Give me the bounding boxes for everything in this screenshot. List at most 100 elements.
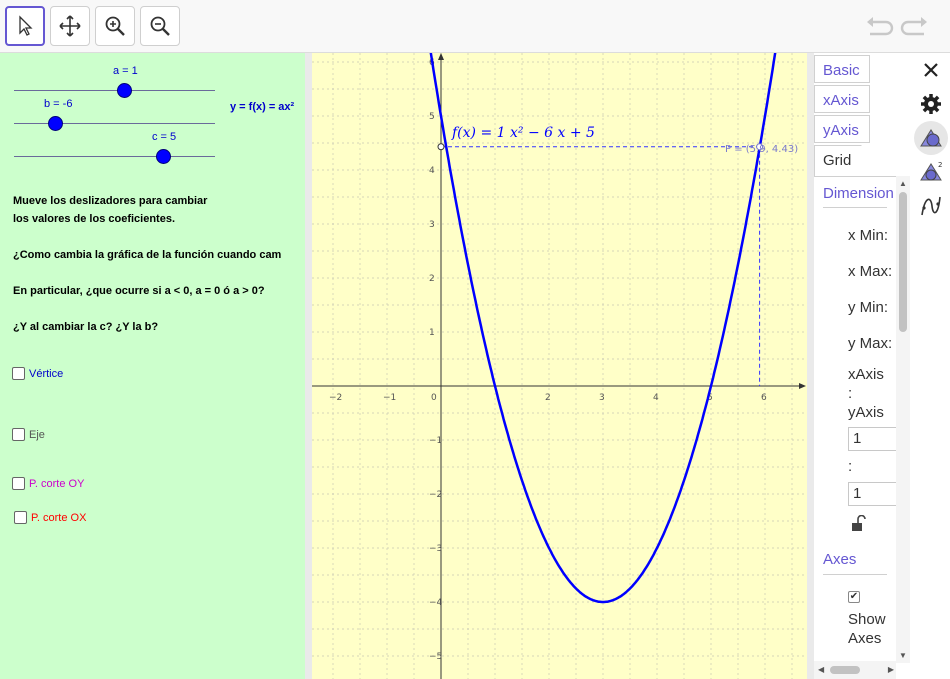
- four-arrows-icon: [59, 15, 81, 37]
- question-text: ¿Como cambia la gráfica de la función cu…: [13, 249, 282, 261]
- y-tick-label: 1: [429, 328, 435, 338]
- ratio-y-input[interactable]: 1: [848, 482, 896, 506]
- checkbox-corte-oy[interactable]: P. corte OY: [12, 477, 84, 490]
- slider-a-handle[interactable]: [117, 83, 132, 98]
- controls-panel: a = 1 b = -6 y = f(x) = ax² c = 5 Mueve …: [0, 53, 305, 679]
- ratio-yaxis-label: yAxis: [848, 404, 884, 421]
- slider-c-handle[interactable]: [156, 149, 171, 164]
- x-axis-ticks: −2 −1 0 2 3 4 5 6: [329, 393, 767, 403]
- function-equation-label[interactable]: f(x) = 1 x² − 6 x + 5: [451, 125, 595, 141]
- checkbox-box[interactable]: [12, 367, 25, 380]
- checkbox-corte-oy-label: P. corte OY: [29, 477, 85, 490]
- slider-c-track[interactable]: [14, 156, 215, 157]
- x-tick-label: −2: [329, 393, 342, 403]
- move-tool-button[interactable]: [5, 6, 45, 46]
- graphics2-style-icon: 2: [920, 161, 942, 181]
- graphics-view[interactable]: −2 −1 0 2 3 4 5 6 6 5 4 3 2 1 −1 −2 −3 −4 −5 f(x) = 1 x² …: [312, 53, 807, 679]
- ratio-x-input[interactable]: 1: [848, 427, 896, 451]
- y-max-label: y Max:: [848, 335, 893, 352]
- checkbox-vertice-label: Vértice: [29, 367, 64, 380]
- toolbar: [0, 0, 950, 53]
- redo-button[interactable]: [900, 14, 930, 43]
- divider: [823, 574, 887, 575]
- scroll-up-icon[interactable]: ▲: [899, 179, 907, 188]
- y-tick-label: −4: [429, 598, 443, 608]
- x-max-label: x Max:: [848, 263, 893, 280]
- graphics-style-icon: [920, 129, 942, 147]
- slider-a-label: a = 1: [113, 65, 138, 77]
- scroll-down-icon[interactable]: ▼: [899, 651, 907, 660]
- properties-panel: Basic xAxis yAxis Grid Dimension x Min: …: [814, 53, 910, 679]
- settings-button[interactable]: [914, 87, 948, 121]
- tab-basic[interactable]: Basic: [814, 55, 870, 83]
- zoom-in-icon: [105, 16, 125, 36]
- show-axes-label-1: Show: [848, 611, 886, 628]
- graphics2-style-button[interactable]: 2: [914, 155, 948, 189]
- undo-icon: [867, 17, 894, 36]
- zoom-in-button[interactable]: [95, 6, 135, 46]
- vertical-scrollbar-thumb[interactable]: [899, 192, 907, 332]
- question-text-3: ¿Y al cambiar la c? ¿Y la b?: [13, 321, 159, 333]
- question-text-2: En particular, ¿que ocurre si a < 0, a =…: [13, 285, 265, 297]
- redo-icon: [900, 17, 927, 36]
- panel-divider[interactable]: [305, 53, 312, 679]
- point-p-label: P = (5.9, 4.43): [725, 144, 798, 155]
- slider-b-handle[interactable]: [48, 116, 63, 131]
- checkbox-eje[interactable]: Eje: [12, 428, 45, 441]
- cursor-arrow-icon: [19, 15, 33, 36]
- svg-text:2: 2: [938, 161, 942, 169]
- ratio-xaxis-label: xAxis: [848, 366, 884, 383]
- y-tick-label: −5: [429, 652, 442, 662]
- y-tick-label: 2: [429, 274, 435, 284]
- properties-side-bar: 2: [910, 53, 950, 679]
- lock-icon[interactable]: [850, 514, 868, 538]
- graphics-style-button[interactable]: [914, 121, 948, 155]
- y-min-label: y Min:: [848, 299, 889, 316]
- tab-xaxis[interactable]: xAxis: [814, 85, 870, 113]
- point-p-y-projection[interactable]: [437, 143, 445, 151]
- tab-grid[interactable]: Grid: [814, 145, 862, 177]
- slider-b-track[interactable]: [14, 123, 215, 124]
- close-button[interactable]: [914, 53, 948, 87]
- function-formula-label: y = f(x) = ax²: [230, 101, 295, 113]
- y-tick-label: 4: [429, 166, 435, 176]
- x-tick-label: 2: [545, 393, 551, 403]
- dimensions-title: Dimension: [823, 185, 894, 202]
- horizontal-scrollbar-thumb[interactable]: [830, 666, 860, 674]
- x-tick-label: −1: [383, 393, 396, 403]
- curve-button[interactable]: [914, 189, 948, 223]
- ratio-colon-label: :: [848, 385, 853, 402]
- vertical-scrollbar[interactable]: ▲ ▼: [896, 176, 910, 663]
- slider-a-track[interactable]: [14, 90, 215, 91]
- horizontal-scrollbar[interactable]: ◀ ▶: [814, 661, 896, 679]
- x-tick-label: 3: [599, 393, 605, 403]
- checkbox-box[interactable]: [12, 428, 25, 441]
- graph-canvas[interactable]: −2 −1 0 2 3 4 5 6 654321−1−2−3−4−5 f(x) = 1 x² …: [312, 53, 807, 679]
- checkbox-box[interactable]: [12, 477, 25, 490]
- zoom-out-icon: [150, 16, 170, 36]
- tab-yaxis[interactable]: yAxis: [814, 115, 870, 143]
- zoom-out-button[interactable]: [140, 6, 180, 46]
- checkbox-vertice[interactable]: Vértice: [12, 367, 63, 380]
- slider-c-label: c = 5: [152, 131, 177, 143]
- show-axes-checkbox[interactable]: ✔: [848, 591, 860, 603]
- curve-icon: [921, 196, 941, 216]
- move-graphics-button[interactable]: [50, 6, 90, 46]
- divider: [823, 207, 887, 208]
- y-tick-label: 3: [429, 220, 435, 230]
- axes-title: Axes: [823, 551, 857, 568]
- show-axes-label-2: Axes: [848, 630, 882, 647]
- scroll-left-icon[interactable]: ◀: [818, 665, 824, 674]
- scroll-right-icon[interactable]: ▶: [888, 665, 894, 674]
- x-tick-label: 0: [431, 393, 437, 403]
- x-tick-label: 6: [761, 393, 767, 403]
- panel-divider-right[interactable]: [807, 53, 814, 679]
- ratio-separator: :: [848, 458, 853, 475]
- undo-button[interactable]: [864, 14, 894, 43]
- checkbox-box[interactable]: [14, 511, 27, 524]
- checkbox-eje-label: Eje: [29, 428, 45, 441]
- checkbox-corte-ox[interactable]: P. corte OX: [14, 511, 86, 524]
- y-tick-label: −1: [429, 436, 442, 446]
- y-tick-label: −2: [429, 490, 442, 500]
- slider-b-label: b = -6: [44, 98, 73, 110]
